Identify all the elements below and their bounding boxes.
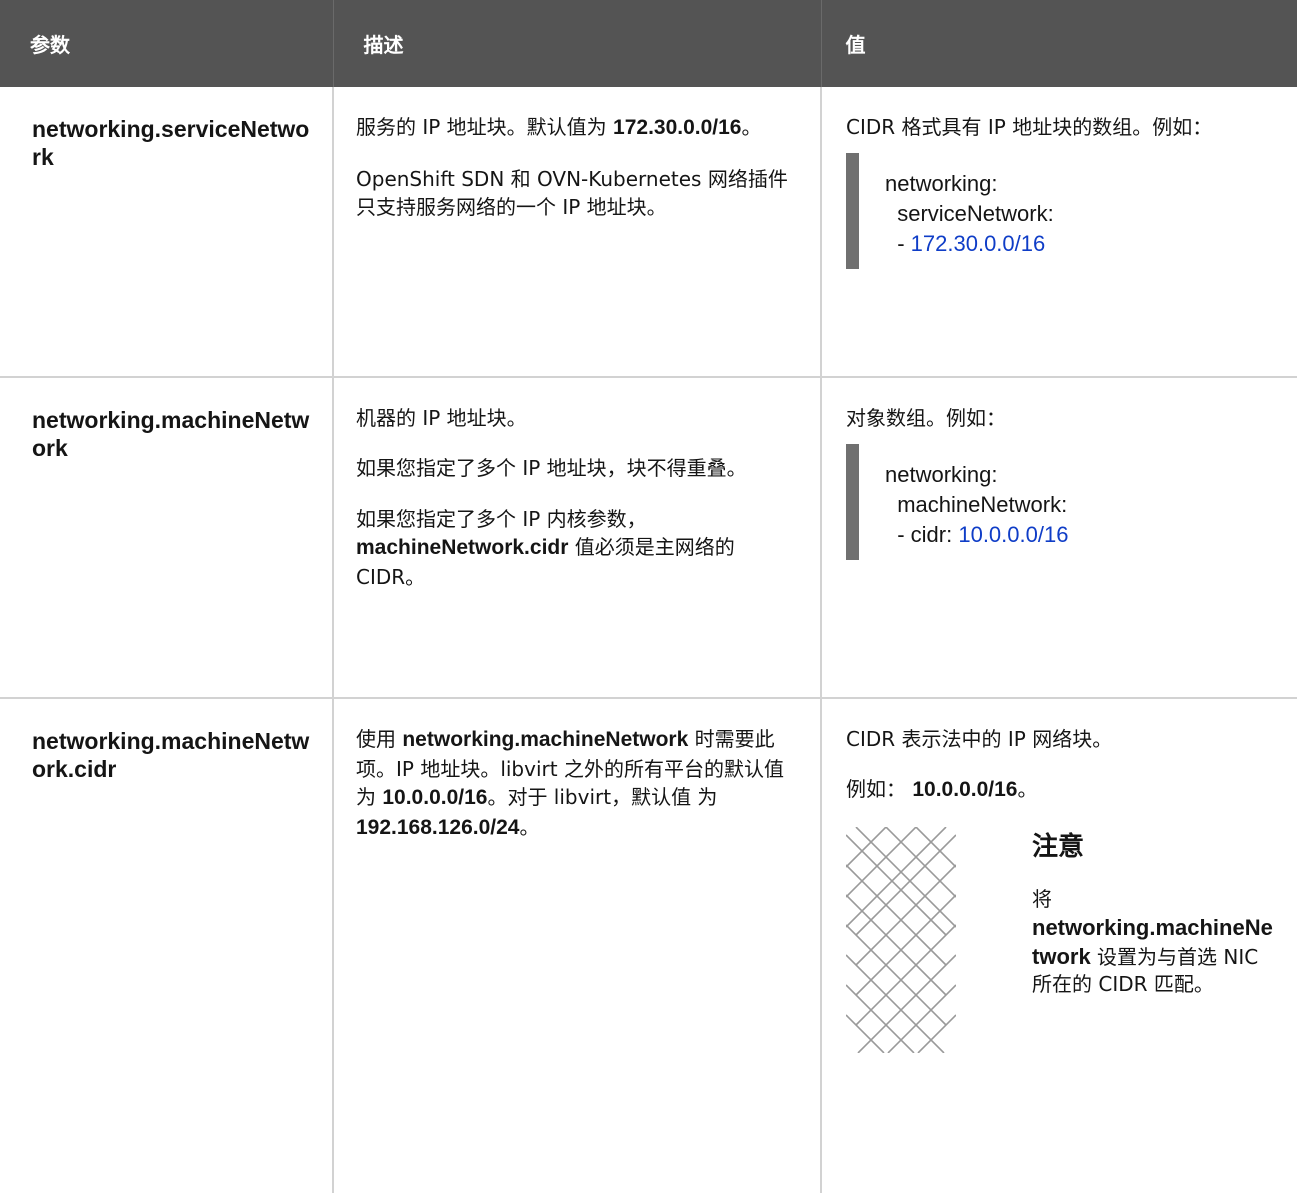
- table-row: networking.machineNetwork 机器的 IP 地址块。 如果…: [0, 377, 1297, 699]
- param-value: CIDR 表示法中的 IP 网络块。 例如： 10.0.0.0/16。 注意 将…: [821, 698, 1297, 1193]
- param-name: networking.serviceNetwork: [0, 87, 334, 378]
- note-body: 注意 将 networking.machineNetwork 设置为与首选 NI…: [1032, 827, 1275, 997]
- description-paragraph: 服务的 IP 地址块。默认值为 172.30.0.0/16。: [356, 115, 762, 139]
- description-paragraph: 如果您指定了多个 IP 内核参数，machineNetwork.cidr 值必须…: [356, 506, 735, 589]
- important-note: 注意 将 networking.machineNetwork 设置为与首选 NI…: [846, 827, 1275, 1077]
- table-row: networking.serviceNetwork 服务的 IP 地址块。默认值…: [0, 87, 1297, 378]
- note-text: 将 networking.machineNetwork 设置为与首选 NIC 所…: [1032, 887, 1273, 996]
- param-value: 对象数组。例如： networking: machineNetwork: - c…: [821, 377, 1297, 699]
- param-value: CIDR 格式具有 IP 地址块的数组。例如： networking: serv…: [821, 87, 1297, 378]
- note-title: 注意: [1032, 832, 1085, 863]
- param-description: 机器的 IP 地址块。 如果您指定了多个 IP 地址块，块不得重叠。 如果您指定…: [333, 377, 822, 699]
- table-header-row: 参数 描述 值: [0, 0, 1297, 87]
- parameter-table: 参数 描述 值 networking.serviceNetwork 服务的 IP…: [0, 0, 1297, 1193]
- value-text: CIDR 表示法中的 IP 网络块。: [846, 727, 1113, 751]
- code-block: networking: serviceNetwork: - 172.30.0.0…: [846, 153, 1275, 270]
- description-paragraph: 使用 networking.machineNetwork 时需要此项。IP 地址…: [356, 727, 784, 840]
- important-pattern-icon: [846, 827, 956, 1054]
- header-value: 值: [845, 33, 866, 57]
- header-description: 描述: [333, 0, 822, 87]
- param-description: 服务的 IP 地址块。默认值为 172.30.0.0/16。 OpenShift…: [333, 87, 822, 378]
- description-paragraph: OpenShift SDN 和 OVN-Kubernetes 网络插件只支持服务…: [356, 166, 788, 220]
- value-example: 例如： 10.0.0.0/16。: [846, 777, 1038, 802]
- code-block: networking: machineNetwork: - cidr: 10.0…: [846, 444, 1275, 561]
- param-name: networking.machineNetwork.cidr: [0, 698, 334, 1193]
- value-text: 对象数组。例如：: [846, 406, 1006, 430]
- value-text: CIDR 格式具有 IP 地址块的数组。例如：: [846, 115, 1213, 139]
- description-paragraph: 如果您指定了多个 IP 地址块，块不得重叠。: [356, 456, 747, 481]
- param-description: 使用 networking.machineNetwork 时需要此项。IP 地址…: [333, 698, 822, 1193]
- description-paragraph: 机器的 IP 地址块。: [356, 406, 527, 430]
- header-param: 参数: [0, 0, 334, 87]
- table-row: networking.machineNetwork.cidr 使用 networ…: [0, 698, 1297, 1193]
- param-name: networking.machineNetwork: [0, 377, 334, 699]
